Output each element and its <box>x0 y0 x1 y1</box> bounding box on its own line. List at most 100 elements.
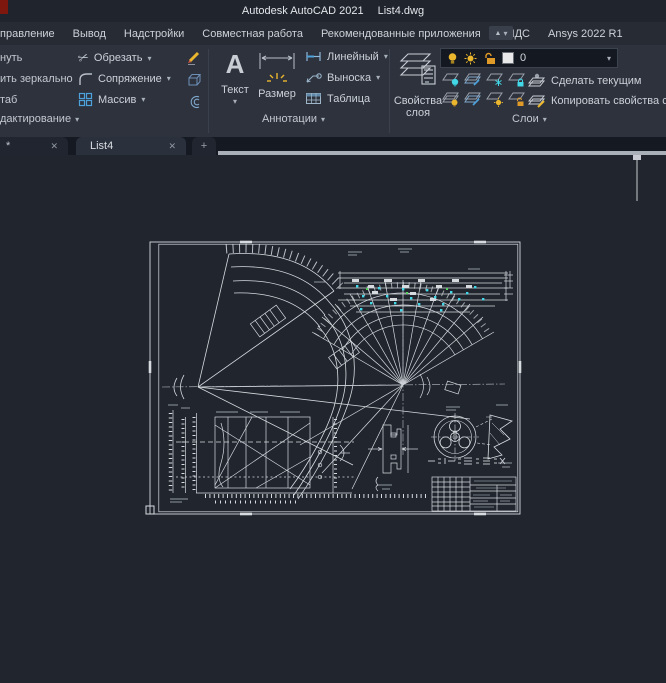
layer-properties-label: Свойства слоя <box>390 95 446 119</box>
panel-separator <box>389 49 390 133</box>
file-tab-active[interactable]: List4 ✕ <box>76 137 186 155</box>
drawing-canvas[interactable] <box>0 155 666 683</box>
table-label: Таблица <box>327 93 370 105</box>
layer-unlock-icon[interactable] <box>508 91 526 107</box>
dropdown-arrow-icon: ▾ <box>147 54 151 63</box>
modify-partial-label-2[interactable]: ить зеркально <box>0 73 73 85</box>
linear-dim-label: Линейный <box>327 51 379 63</box>
annotate-panel-label[interactable]: Аннотации ▾ <box>262 113 325 125</box>
text-tool-icon: A <box>216 51 254 77</box>
rack-band <box>338 271 513 312</box>
make-current-label: Сделать текущим <box>551 75 641 87</box>
dropdown-arrow-icon: ▾ <box>216 97 254 106</box>
dropdown-arrow-icon: ▾ <box>321 115 325 124</box>
layer-thaw-icon[interactable] <box>486 91 504 107</box>
table-icon <box>305 92 322 105</box>
dimension-tool-icon <box>256 51 298 85</box>
formula-text <box>428 458 505 464</box>
make-current-icon <box>527 73 546 88</box>
leader-button[interactable]: Выноска ▾ <box>305 71 380 84</box>
panel-separator <box>208 49 209 133</box>
dropdown-arrow-icon: ▾ <box>167 74 171 83</box>
layer-unisolate-icon[interactable] <box>464 91 482 107</box>
make-current-button[interactable]: Сделать текущим <box>527 73 641 88</box>
layer-on-icon[interactable] <box>442 91 460 107</box>
dropdown-arrow-icon: ▾ <box>376 73 380 82</box>
leader-label: Выноска <box>327 72 371 84</box>
titlebar: Autodesk AutoCAD 2021 List4.dwg <box>0 0 666 22</box>
autocad-window: { "titlebar": { "app": "Autodesk AutoCAD… <box>0 0 666 683</box>
menu-item-nadstroyki[interactable]: Надстройки <box>115 28 193 40</box>
dropdown-arrow-icon: ▾ <box>607 54 611 63</box>
bulb-icon <box>447 52 458 65</box>
sun-icon <box>464 52 477 65</box>
layer-properties-button[interactable]: Свойства слоя <box>394 48 442 119</box>
fillet-label: Сопряжение <box>98 73 162 85</box>
table-button[interactable]: Таблица <box>305 92 370 105</box>
graph <box>171 410 429 502</box>
dropdown-arrow-icon: ▾ <box>141 95 145 104</box>
explode-button[interactable] <box>186 72 203 91</box>
linear-dim-button[interactable]: Линейный ▾ <box>305 50 388 63</box>
color-swatch <box>502 52 514 64</box>
file-tab-active-label: List4 <box>90 140 113 152</box>
array-label: Массив <box>98 94 136 106</box>
ribbon: нуть ить зеркально таб ✂ Обрезать ▾ Сопр… <box>0 45 666 137</box>
stray-line <box>633 155 641 201</box>
file-tab-partial-label: * <box>6 140 10 152</box>
array-button[interactable]: Массив ▾ <box>78 92 145 107</box>
cad-drawing <box>0 155 666 683</box>
wheel-detail <box>431 413 512 461</box>
text-tool-label: Текст <box>216 84 254 96</box>
match-properties-button[interactable]: Копировать свойства сло <box>527 93 666 108</box>
menu-item-upravlenie[interactable]: правление <box>0 28 64 40</box>
collapse-icon: ▲ <box>495 30 502 37</box>
trim-label: Обрезать <box>94 52 143 64</box>
menu-item-collab[interactable]: Совместная работа <box>193 28 312 40</box>
close-icon[interactable]: ✕ <box>50 141 58 152</box>
menu-item-ansys[interactable]: Ansys 2022 R1 <box>539 28 632 40</box>
modify-partial-label-1[interactable]: нуть <box>0 52 22 64</box>
layer-freeze-icon[interactable] <box>486 71 504 87</box>
array-grid-icon <box>78 92 93 107</box>
layer-off-icon[interactable] <box>442 71 460 87</box>
dropdown-arrow-icon: ▾ <box>384 52 388 61</box>
trim-button[interactable]: ✂ Обрезать ▾ <box>78 50 151 66</box>
match-properties-icon <box>527 93 546 108</box>
offset-button[interactable] <box>186 94 203 113</box>
new-tab-button[interactable]: + <box>192 137 216 155</box>
dimension-tool-label: Размер <box>254 88 300 100</box>
menu-item-vyvod[interactable]: Вывод <box>64 28 115 40</box>
layer-combo[interactable]: 0 ▾ <box>440 48 618 68</box>
match-properties-label: Копировать свойства сло <box>551 95 666 107</box>
modify-panel-label[interactable]: дактирование ▾ <box>0 113 79 125</box>
scissors-icon: ✂ <box>76 49 92 68</box>
erase-button[interactable] <box>186 50 203 69</box>
dropdown-arrow-icon: ▾ <box>503 29 507 38</box>
offset-icon <box>186 94 203 110</box>
layer-lock-icon[interactable] <box>508 71 526 87</box>
current-layer-name: 0 <box>520 52 526 64</box>
autocad-logo-sliver <box>0 0 8 14</box>
fillet-arc-icon <box>78 71 93 86</box>
text-tool-button[interactable]: A Текст ▾ <box>216 51 254 106</box>
linear-dim-icon <box>305 50 322 63</box>
dropdown-arrow-icon: ▾ <box>75 115 79 124</box>
layer-properties-icon <box>398 48 438 92</box>
explode-box-icon <box>186 72 203 88</box>
layers-panel-label[interactable]: Слои ▾ <box>512 113 547 125</box>
modify-partial-label-3[interactable]: таб <box>0 94 17 106</box>
menu-item-recommended[interactable]: Рекомендованные приложения <box>312 28 490 40</box>
layer-isolate-icon[interactable] <box>464 71 482 87</box>
document-title: List4.dwg <box>378 5 424 17</box>
close-icon[interactable]: ✕ <box>168 141 176 152</box>
unlock-icon <box>483 52 496 65</box>
dimension-tool-button[interactable]: Размер <box>254 51 300 100</box>
fillet-button[interactable]: Сопряжение ▾ <box>78 71 171 86</box>
collapse-ribbon-button[interactable]: ▲ ▾ <box>489 26 513 40</box>
gear-sector-1 <box>174 248 470 499</box>
section-detail <box>368 425 418 491</box>
file-tab-partial[interactable]: * ✕ <box>0 137 68 155</box>
title-block <box>432 477 516 511</box>
app-title: Autodesk AutoCAD 2021 <box>242 5 364 17</box>
